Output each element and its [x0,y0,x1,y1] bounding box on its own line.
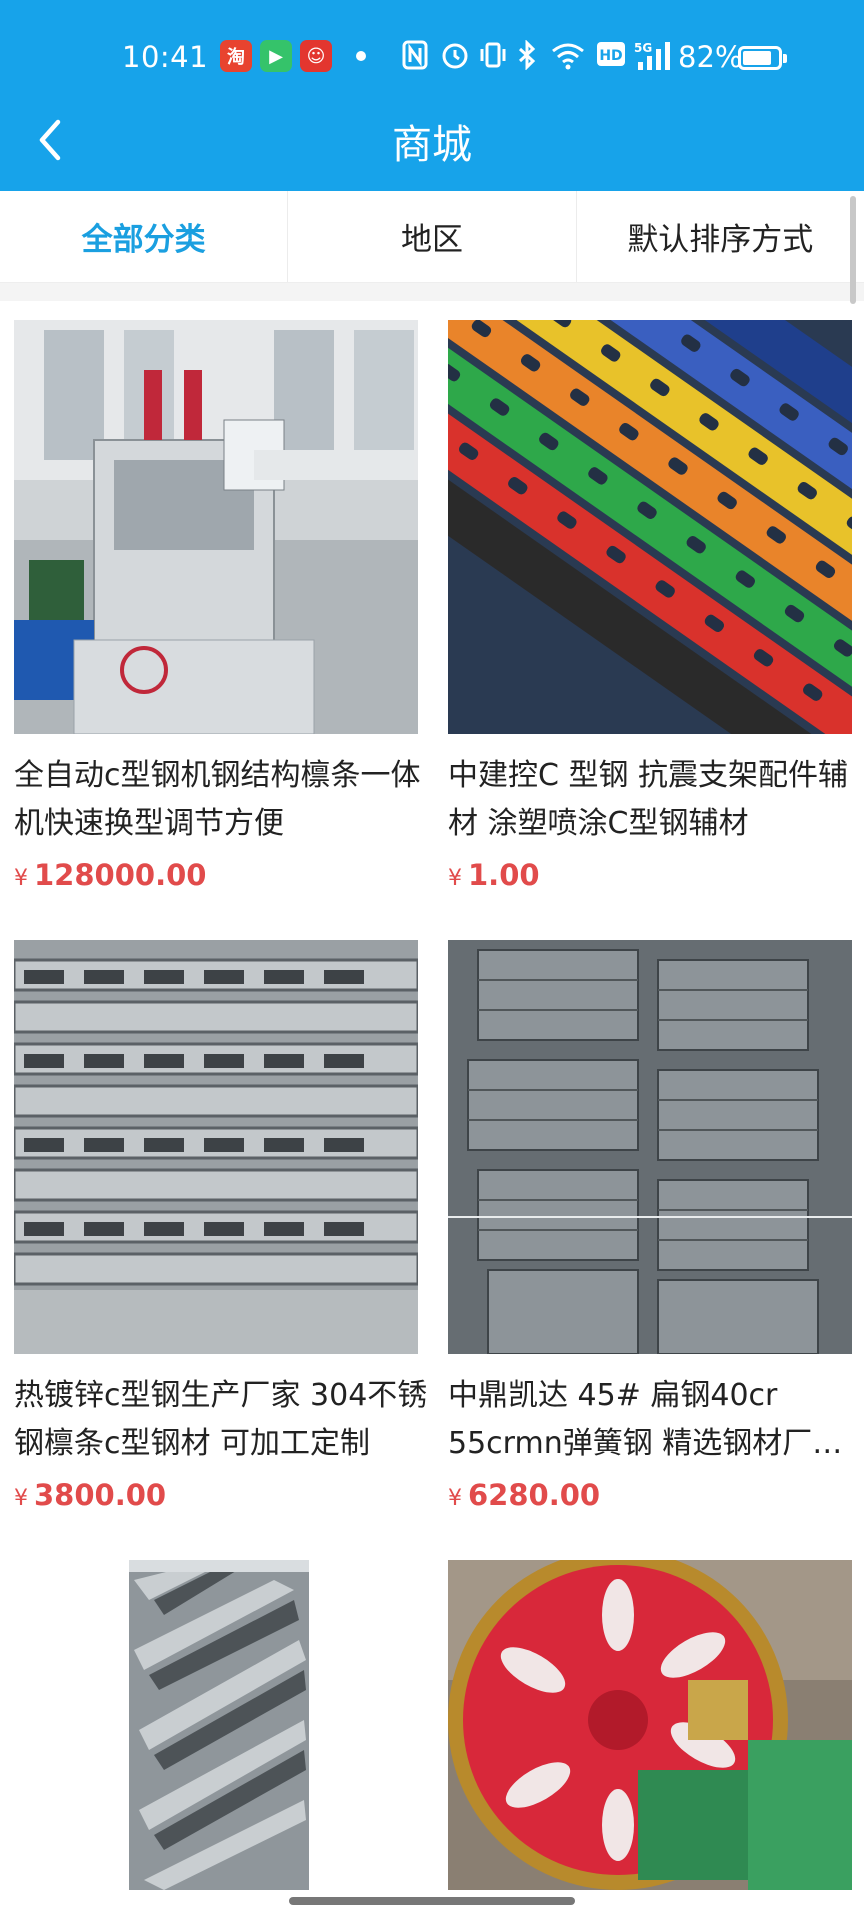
product-card[interactable] [448,1560,852,1890]
tab-all-categories[interactable]: 全部分类 [0,191,289,282]
product-title: 热镀锌c型钢生产厂家 304不锈钢檩条c型钢材 可加工定制 [14,1378,428,1461]
price-value: 6280.00 [468,1478,601,1512]
taobao-app-icon: 淘 [220,40,252,72]
wifi-icon [552,43,584,70]
section-divider [0,283,864,301]
bluetooth-icon [518,40,536,70]
product-image [14,320,418,734]
product-price: ¥3800.00 [14,1478,418,1512]
alarm-icon [442,43,468,69]
scrollbar[interactable] [850,196,856,304]
network-type-label: 5G [634,41,652,55]
price-value: 128000.00 [34,858,207,892]
price-value: 3800.00 [34,1478,167,1512]
product-image [14,1560,418,1890]
product-title: 全自动c型钢机钢结构檩条一体机快速换型调节方便 [14,758,421,841]
price-value: 1.00 [468,858,540,892]
app-header: 10:41 淘 ▶ ☺ HD 5G 82% 商城 [0,0,864,191]
currency-symbol: ¥ [448,866,462,891]
product-price: ¥1.00 [448,858,852,892]
product-image [448,1560,852,1890]
home-indicator[interactable] [289,1897,575,1905]
tab-sort-order[interactable]: 默认排序方式 [577,191,864,282]
vibrate-icon [480,42,506,68]
video-app-icon: ▶ [260,40,292,72]
nfc-icon [402,40,428,70]
product-image [448,320,852,734]
tab-region[interactable]: 地区 [288,191,577,282]
filter-tabs: 全部分类 地区 默认排序方式 [0,191,864,283]
battery-level [743,51,771,65]
product-image [448,940,852,1354]
product-card[interactable]: 全自动c型钢机钢结构檩条一体机快速换型调节方便 ¥128000.00 [14,320,421,892]
product-title: 中建控C 型钢 抗震支架配件辅材 涂塑喷涂C型钢辅材 [448,758,849,841]
currency-symbol: ¥ [14,866,28,891]
status-time: 10:41 [122,40,209,74]
page-title: 商城 [392,122,472,168]
battery-icon [738,46,787,70]
shopping-app-icon: ☺ [300,40,332,72]
product-card[interactable] [14,1560,418,1890]
hd-icon: HD [597,42,625,66]
signal-icon: 5G [634,41,670,70]
battery-percent: 82% [678,40,743,74]
svg-text:HD: HD [599,48,622,64]
notification-dot-icon [356,51,366,61]
product-image [14,940,418,1354]
status-bar: 10:41 淘 ▶ ☺ HD 5G 82% [0,0,864,110]
product-price: ¥128000.00 [14,858,418,892]
product-card[interactable]: 热镀锌c型钢生产厂家 304不锈钢檩条c型钢材 可加工定制 ¥3800.00 [14,940,427,1512]
currency-symbol: ¥ [14,1486,28,1511]
product-price: ¥6280.00 [448,1478,852,1512]
product-card[interactable]: 中鼎凯达 45# 扁钢40cr 55crmn弹簧钢 精选钢材厂家直销 ¥6280… [448,940,852,1512]
product-title: 中鼎凯达 45# 扁钢40cr 55crmn弹簧钢 精选钢材厂家直销 [448,1378,843,1461]
product-card[interactable]: 中建控C 型钢 抗震支架配件辅材 涂塑喷涂C型钢辅材 ¥1.00 [448,320,852,892]
currency-symbol: ¥ [448,1486,462,1511]
